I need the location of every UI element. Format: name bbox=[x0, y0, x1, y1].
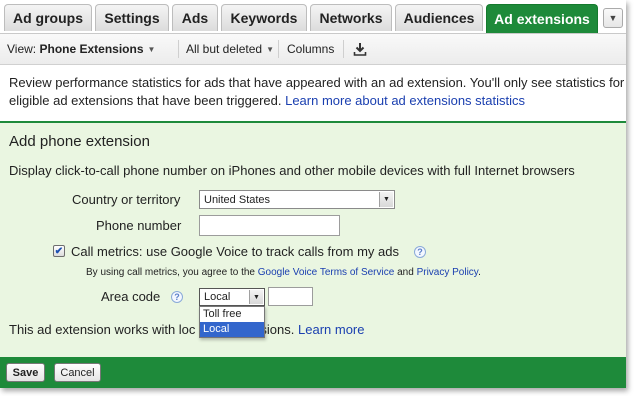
area-code-label: Area code bbox=[101, 289, 161, 304]
toolbar-divider bbox=[343, 40, 344, 58]
chevron-down-icon: ▼ bbox=[608, 13, 618, 23]
tab-networks[interactable]: Networks bbox=[310, 4, 392, 31]
caret-down-icon: ▼ bbox=[266, 44, 274, 54]
download-button[interactable] bbox=[353, 34, 367, 64]
tab-ad-groups[interactable]: Ad groups bbox=[4, 4, 92, 31]
info-message: Review performance statistics for ads th… bbox=[0, 65, 626, 119]
columns-button[interactable]: Columns bbox=[287, 34, 334, 64]
more-tabs-button[interactable]: ▼ bbox=[603, 8, 623, 28]
view-value: Phone Extensions bbox=[39, 42, 144, 56]
phone-number-input[interactable] bbox=[199, 215, 340, 236]
info-line-2: eligible ad extensions that have been tr… bbox=[9, 92, 626, 110]
country-label: Country or territory bbox=[72, 192, 181, 207]
toolbar-divider bbox=[278, 40, 279, 58]
call-metrics-label: Call metrics: use Google Voice to track … bbox=[71, 244, 400, 259]
note-start: This ad extension works with loc bbox=[9, 322, 196, 337]
privacy-policy-link[interactable]: Privacy Policy bbox=[417, 267, 479, 278]
terms-and: and bbox=[394, 267, 417, 278]
checkmark-icon: ✔ bbox=[54, 245, 64, 257]
info-line-1: Review performance statistics for ads th… bbox=[9, 75, 625, 90]
google-voice-terms-link[interactable]: Google Voice Terms of Service bbox=[258, 267, 395, 278]
tab-keywords[interactable]: Keywords bbox=[221, 4, 307, 31]
filter-label: All but deleted bbox=[186, 42, 263, 56]
call-metrics-checkbox[interactable]: ✔ bbox=[53, 245, 65, 257]
panel-title: Add phone extension bbox=[9, 133, 150, 150]
area-code-select[interactable]: Local ▼ bbox=[199, 288, 265, 306]
download-icon bbox=[353, 43, 367, 56]
tab-ads[interactable]: Ads bbox=[172, 4, 218, 31]
toolbar: View: Phone Extensions ▼ All but deleted… bbox=[0, 34, 626, 65]
option-toll-free[interactable]: Toll free bbox=[200, 307, 264, 322]
select-arrow-icon: ▼ bbox=[249, 290, 263, 304]
country-select[interactable]: United States ▼ bbox=[199, 190, 395, 209]
phone-label: Phone number bbox=[96, 218, 182, 233]
area-code-options: Toll free Local bbox=[199, 306, 265, 338]
extension-note: This ad extension works with loc sions. L… bbox=[9, 322, 364, 337]
select-arrow-icon: ▼ bbox=[379, 192, 393, 207]
help-icon[interactable]: ? bbox=[171, 291, 183, 303]
info-text: eligible ad extensions that have been tr… bbox=[9, 93, 286, 108]
note-end: sions. bbox=[260, 322, 298, 337]
toolbar-divider bbox=[178, 40, 179, 58]
tab-bar: Ad groups Settings Ads Keywords Networks… bbox=[0, 0, 626, 34]
view-label: View: bbox=[7, 42, 37, 56]
tab-audiences[interactable]: Audiences bbox=[395, 4, 483, 31]
filter-dropdown[interactable]: All but deleted ▼ bbox=[186, 34, 274, 64]
option-local[interactable]: Local bbox=[200, 322, 264, 337]
help-icon[interactable]: ? bbox=[414, 246, 426, 258]
form-footer: Save Cancel bbox=[0, 357, 626, 388]
terms-text: By using call metrics, you agree to the bbox=[86, 267, 258, 278]
tab-ad-extensions[interactable]: Ad extensions bbox=[486, 4, 598, 33]
caret-down-icon: ▼ bbox=[147, 44, 156, 54]
save-button[interactable]: Save bbox=[6, 363, 45, 382]
panel-description: Display click-to-call phone number on iP… bbox=[9, 163, 575, 178]
terms-end: . bbox=[478, 267, 481, 278]
area-code-value: Local bbox=[204, 291, 231, 303]
terms-notice: By using call metrics, you agree to the … bbox=[86, 267, 481, 278]
tab-settings[interactable]: Settings bbox=[95, 4, 169, 31]
learn-more-statistics-link[interactable]: Learn more about ad extensions statistic… bbox=[285, 93, 525, 108]
country-value: United States bbox=[204, 193, 271, 206]
cancel-button[interactable]: Cancel bbox=[54, 363, 101, 382]
learn-more-link[interactable]: Learn more bbox=[298, 322, 364, 337]
window: Ad groups Settings Ads Keywords Networks… bbox=[0, 0, 626, 388]
view-dropdown[interactable]: View: Phone Extensions ▼ bbox=[7, 34, 155, 64]
area-code-input[interactable] bbox=[268, 287, 313, 306]
